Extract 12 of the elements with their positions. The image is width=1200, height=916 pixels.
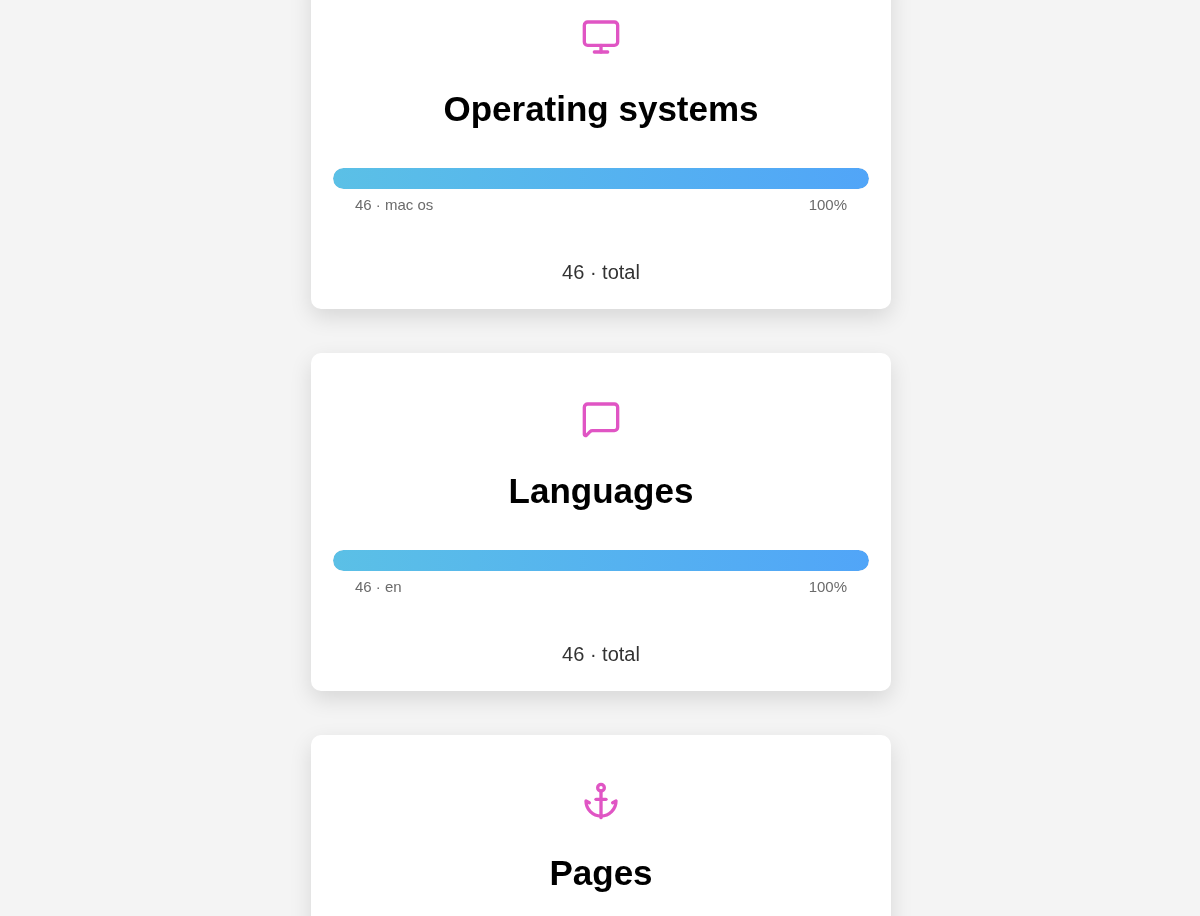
card-title: Operating systems — [443, 88, 759, 130]
anchor-icon — [581, 781, 621, 821]
monitor-icon — [581, 17, 621, 57]
total-count: 46 · total — [562, 642, 640, 667]
total-count: 46 · total — [562, 260, 640, 285]
card-title: Pages — [549, 852, 653, 894]
percent-label: 100% — [808, 195, 847, 215]
bar-label: 46 · en — [355, 577, 402, 597]
card-title: Languages — [508, 470, 694, 512]
speech-bubble-icon — [581, 399, 621, 439]
bar-label: 46 · mac os — [355, 195, 434, 215]
percent-label: 100% — [808, 577, 847, 597]
